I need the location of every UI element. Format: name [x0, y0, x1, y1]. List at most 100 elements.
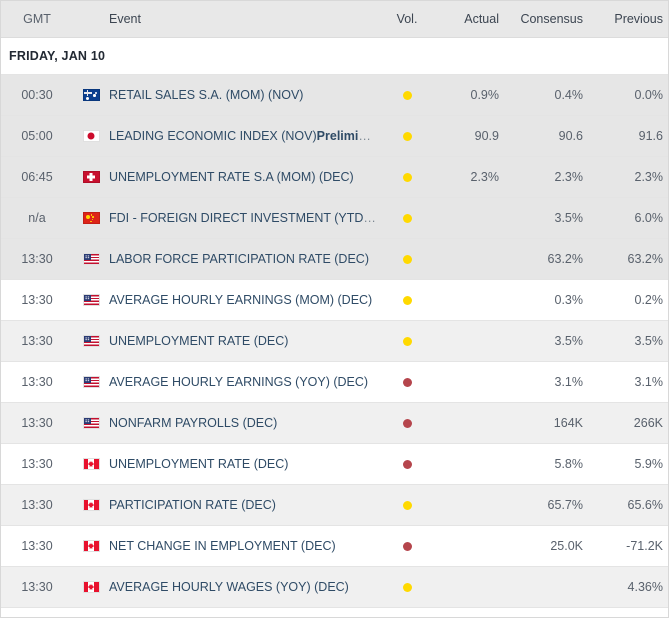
event-name-link[interactable]: UNEMPLOYMENT RATE (DEC) — [109, 334, 381, 348]
table-header: GMT Event Vol. Actual Consensus Previous — [1, 1, 668, 38]
volatility-cell — [381, 131, 433, 141]
column-header-previous[interactable]: Previous — [583, 12, 665, 26]
volatility-cell — [381, 582, 433, 592]
column-header-consensus[interactable]: Consensus — [499, 12, 583, 26]
event-name-link[interactable]: FDI - FOREIGN DIRECT INVESTMENT (YTD… — [109, 211, 381, 225]
flag-united-states — [82, 376, 100, 388]
event-time: 13:30 — [21, 293, 53, 307]
event-time: n/a — [28, 211, 46, 225]
event-name-link[interactable]: NET CHANGE IN EMPLOYMENT (DEC) — [109, 539, 381, 553]
table-row[interactable]: 13:30 PARTICIPATION RATE (DEC) 65.7% 65.6% — [1, 485, 668, 526]
table-row[interactable]: n/a FDI - FOREIGN DIRECT INVESTMENT (YTD…… — [1, 198, 668, 239]
table-row[interactable]: 13:30 LABOR FORCE PARTICIPATION RATE (DEC… — [1, 239, 668, 280]
table-row[interactable]: 13:30 AVERAGE HOURLY WAGES (YOY) (DEC) 4.3… — [1, 567, 668, 608]
flag-japan — [82, 130, 100, 142]
volatility-dot-medium — [402, 295, 412, 305]
volatility-cell — [381, 418, 433, 428]
country-flag-cell — [73, 171, 109, 183]
volatility-dot-medium — [402, 172, 412, 182]
volatility-dot-medium — [402, 213, 412, 223]
event-name-text: RETAIL SALES S.A. (MOM) (NOV) — [109, 88, 304, 102]
previous-value: 0.2% — [634, 293, 664, 307]
volatility-cell — [381, 172, 433, 182]
previous-value: 63.2% — [627, 252, 663, 266]
event-name-link[interactable]: LEADING ECONOMIC INDEX (NOV)Prelimi… — [109, 129, 381, 143]
column-header-actual[interactable]: Actual — [433, 12, 499, 26]
country-flag-cell — [73, 130, 109, 142]
consensus-value: 5.8% — [554, 457, 584, 471]
table-row[interactable]: 13:30 UNEMPLOYMENT RATE (DEC) 3.5% 3.5% — [1, 321, 668, 362]
country-flag-cell — [73, 335, 109, 347]
event-name-link[interactable]: NONFARM PAYROLLS (DEC) — [109, 416, 381, 430]
event-name-text: NET CHANGE IN EMPLOYMENT (DEC) — [109, 539, 336, 553]
consensus-value: 3.1% — [554, 375, 584, 389]
event-name-text: LEADING ECONOMIC INDEX (NOV) — [109, 129, 317, 143]
volatility-cell — [381, 213, 433, 223]
event-name-link[interactable]: AVERAGE HOURLY EARNINGS (YOY) (DEC) — [109, 375, 381, 389]
event-name-text: FDI - FOREIGN DIRECT INVESTMENT (YTD — [109, 211, 364, 225]
country-flag-cell — [73, 581, 109, 593]
table-row[interactable]: 13:30 NET CHANGE IN EMPLOYMENT (DEC) 25.0K… — [1, 526, 668, 567]
previous-value: 3.5% — [634, 334, 664, 348]
event-name-link[interactable]: PARTICIPATION RATE (DEC) — [109, 498, 381, 512]
table-row[interactable]: 05:00 LEADING ECONOMIC INDEX (NOV)Prelimi… — [1, 116, 668, 157]
previous-value: 5.9% — [634, 457, 664, 471]
event-name-text: NONFARM PAYROLLS (DEC) — [109, 416, 278, 430]
event-name-text: UNEMPLOYMENT RATE S.A (MOM) (DEC) — [109, 170, 354, 184]
event-time: 13:30 — [21, 457, 53, 471]
event-time: 13:30 — [21, 498, 53, 512]
flag-china — [82, 212, 100, 224]
column-header-time[interactable]: GMT — [1, 12, 73, 26]
event-name-link[interactable]: UNEMPLOYMENT RATE S.A (MOM) (DEC) — [109, 170, 381, 184]
country-flag-cell — [73, 212, 109, 224]
volatility-cell — [381, 254, 433, 264]
event-time: 13:30 — [21, 580, 53, 594]
country-flag-cell — [73, 540, 109, 552]
consensus-value: 63.2% — [547, 252, 583, 266]
event-name-link[interactable]: AVERAGE HOURLY EARNINGS (MOM) (DEC) — [109, 293, 381, 307]
maple-leaf-icon — [88, 542, 94, 550]
event-name-text: PARTICIPATION RATE (DEC) — [109, 498, 276, 512]
flag-canada — [82, 458, 100, 470]
consensus-value: 25.0K — [550, 539, 583, 553]
previous-value: 266K — [633, 416, 663, 430]
previous-value: 65.6% — [627, 498, 663, 512]
event-time: 13:30 — [21, 252, 53, 266]
table-row[interactable]: 13:30 AVERAGE HOURLY EARNINGS (MOM) (DEC)… — [1, 280, 668, 321]
previous-value: 3.1% — [634, 375, 664, 389]
table-row[interactable]: 13:30 UNEMPLOYMENT RATE (DEC) 5.8% 5.9% — [1, 444, 668, 485]
volatility-dot-medium — [402, 131, 412, 141]
volatility-cell — [381, 295, 433, 305]
event-time: 13:30 — [21, 375, 53, 389]
table-row[interactable]: 00:30 RETAIL SALES S.A. (MOM) (NOV) 0.9% 0.… — [1, 75, 668, 116]
country-flag-cell — [73, 499, 109, 511]
volatility-cell — [381, 541, 433, 551]
event-name-text: AVERAGE HOURLY WAGES (YOY) (DEC) — [109, 580, 349, 594]
country-flag-cell — [73, 89, 109, 101]
table-row[interactable]: 06:45 UNEMPLOYMENT RATE S.A (MOM) (DEC) 2.… — [1, 157, 668, 198]
consensus-value: 65.7% — [547, 498, 583, 512]
event-name-link[interactable]: UNEMPLOYMENT RATE (DEC) — [109, 457, 381, 471]
volatility-dot-medium — [402, 500, 412, 510]
volatility-cell — [381, 459, 433, 469]
volatility-dot-medium — [402, 582, 412, 592]
actual-value: 0.9% — [470, 88, 500, 102]
previous-value: 6.0% — [634, 211, 664, 225]
event-name-text: UNEMPLOYMENT RATE (DEC) — [109, 334, 289, 348]
event-time: 13:30 — [21, 334, 53, 348]
flag-united-states — [82, 335, 100, 347]
volatility-dot-high — [402, 418, 412, 428]
event-name-tag: Prelimi — [316, 129, 359, 143]
column-header-event[interactable]: Event — [109, 12, 381, 26]
actual-value: 90.9 — [474, 129, 499, 143]
event-name-link[interactable]: AVERAGE HOURLY WAGES (YOY) (DEC) — [109, 580, 381, 594]
flag-canada — [82, 499, 100, 511]
maple-leaf-icon — [88, 583, 94, 591]
column-header-volatility[interactable]: Vol. — [381, 12, 433, 26]
table-row[interactable]: 13:30 AVERAGE HOURLY EARNINGS (YOY) (DEC)… — [1, 362, 668, 403]
consensus-value: 3.5% — [554, 211, 584, 225]
table-row[interactable]: 13:30 NONFARM PAYROLLS (DEC) 164K 266K — [1, 403, 668, 444]
event-name-link[interactable]: LABOR FORCE PARTICIPATION RATE (DEC) — [109, 252, 381, 266]
consensus-value: 90.6 — [558, 129, 583, 143]
event-name-link[interactable]: RETAIL SALES S.A. (MOM) (NOV) — [109, 88, 381, 102]
